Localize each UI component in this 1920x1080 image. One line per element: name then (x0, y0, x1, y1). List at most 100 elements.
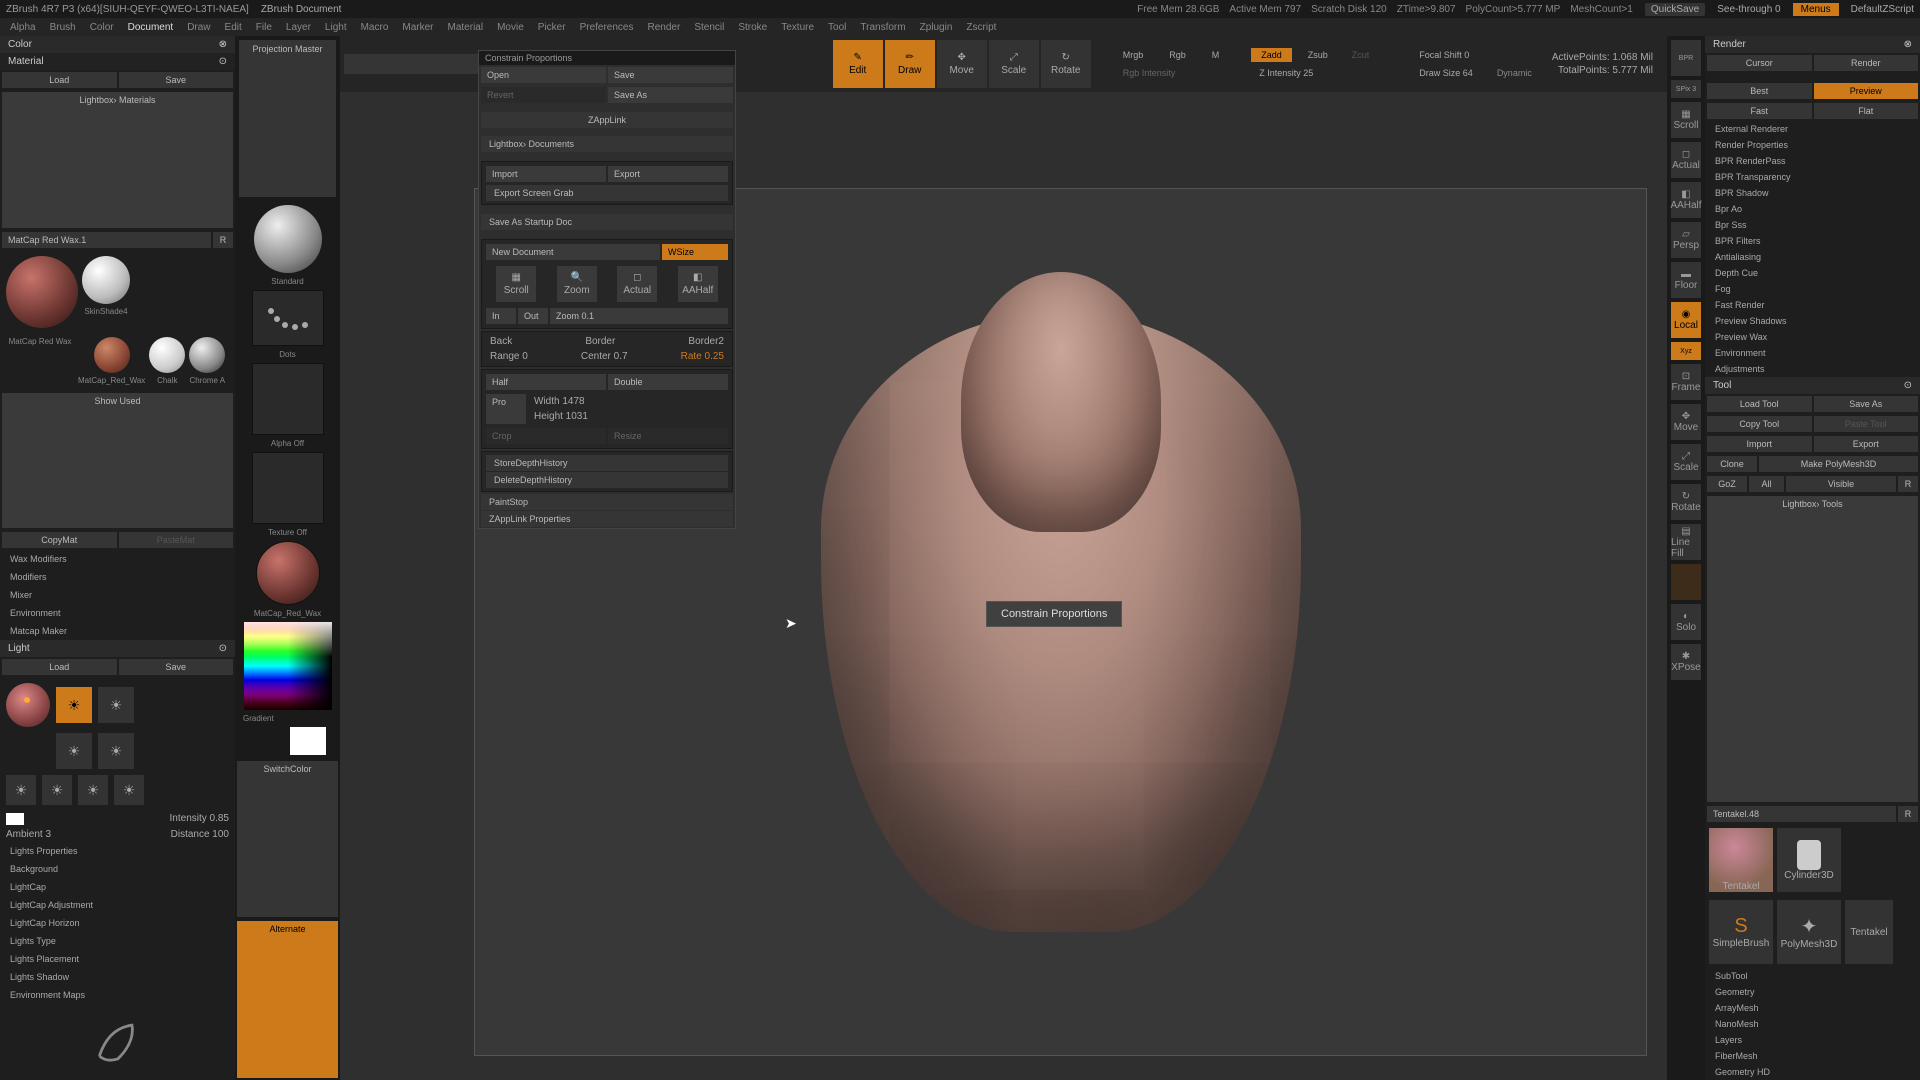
intensity-slider[interactable]: Intensity 0.85 (170, 813, 229, 825)
dynamic-button[interactable]: Dynamic (1489, 66, 1540, 80)
doc-import-button[interactable]: Import (486, 166, 606, 182)
light-4-button[interactable]: ☀ (98, 733, 134, 769)
zoom-in-button[interactable]: In (486, 308, 516, 324)
doc-resize-button[interactable]: Resize (608, 428, 728, 444)
menu-layer[interactable]: Layer (286, 22, 311, 33)
doc-rate-slider[interactable]: Rate 0.25 (681, 351, 724, 362)
doc-border2-color[interactable]: Border2 (688, 336, 724, 347)
delete-depth-history-button[interactable]: DeleteDepthHistory (486, 472, 728, 488)
rgb-intensity-slider[interactable]: Rgb Intensity (1115, 66, 1228, 80)
bpr-ao-section[interactable]: Bpr Ao (1705, 201, 1920, 217)
bpr-renderpass-section[interactable]: BPR RenderPass (1705, 153, 1920, 169)
render-flat-button[interactable]: Flat (1814, 103, 1919, 119)
material-swatch-skinshade4[interactable] (82, 256, 130, 304)
render-section-head[interactable]: Render⊗ (1705, 36, 1920, 53)
lightbox-tools-button[interactable]: Lightbox› Tools (1707, 496, 1918, 802)
ambient-slider[interactable]: Ambient 3 (6, 829, 51, 840)
lightbox-materials-button[interactable]: Lightbox› Materials (2, 92, 233, 228)
zsub-button[interactable]: Zsub (1300, 48, 1336, 62)
subtool-section[interactable]: SubTool (1705, 968, 1920, 984)
switchcolor-button[interactable]: SwitchColor (237, 761, 338, 918)
brush-preview-sphere[interactable] (254, 205, 322, 273)
rotate-mode-button[interactable]: ↻Rotate (1041, 40, 1091, 88)
tool-r-button[interactable]: R (1898, 806, 1918, 822)
menu-alpha[interactable]: Alpha (10, 22, 36, 33)
zoom-out-button[interactable]: Out (518, 308, 548, 324)
draw-size-slider[interactable]: Draw Size 64 (1411, 66, 1481, 80)
pastemat-button[interactable]: PasteMat (119, 532, 234, 548)
tool-section-head[interactable]: Tool⊙ (1705, 377, 1920, 394)
material-r-button[interactable]: R (213, 232, 233, 248)
light-7-button[interactable]: ☀ (78, 775, 108, 805)
stroke-preview[interactable] (252, 290, 324, 346)
lightbox-documents-button[interactable]: Lightbox› Documents (481, 136, 733, 152)
menu-picker[interactable]: Picker (538, 22, 566, 33)
secondary-color-swatch[interactable] (250, 727, 286, 755)
render-button[interactable]: Render (1814, 55, 1919, 71)
menu-draw[interactable]: Draw (187, 22, 210, 33)
menu-material[interactable]: Material (448, 22, 484, 33)
menu-file[interactable]: File (256, 22, 272, 33)
draw-mode-button[interactable]: ✏Draw (885, 40, 935, 88)
paste-tool-button[interactable]: Paste Tool (1814, 416, 1919, 432)
zadd-button[interactable]: Zadd (1251, 48, 1292, 62)
nav-move-button[interactable]: ✥Move (1671, 404, 1701, 440)
bpr-button[interactable]: BPR (1671, 40, 1701, 76)
menu-brush[interactable]: Brush (50, 22, 76, 33)
material-save-button[interactable]: Save (119, 72, 234, 88)
doc-zoom-button[interactable]: 🔍Zoom (557, 266, 597, 302)
nav-solo-button[interactable]: ◐Solo (1671, 604, 1701, 640)
clone-button[interactable]: Clone (1707, 456, 1757, 472)
menu-macro[interactable]: Macro (361, 22, 389, 33)
z-intensity-slider[interactable]: Z Intensity 25 (1251, 66, 1377, 80)
doc-border-color[interactable]: Border (585, 336, 615, 347)
zapplink-button[interactable]: ZAppLink (481, 112, 733, 128)
menu-preferences[interactable]: Preferences (580, 22, 634, 33)
doc-open-button[interactable]: Open (481, 67, 606, 83)
menu-movie[interactable]: Movie (497, 22, 524, 33)
lights-properties-section[interactable]: Lights Properties (0, 842, 235, 860)
doc-double-button[interactable]: Double (608, 374, 728, 390)
depthcue-section[interactable]: Depth Cue (1705, 265, 1920, 281)
matcap-maker-section[interactable]: Matcap Maker (0, 622, 235, 640)
save-startup-doc-button[interactable]: Save As Startup Doc (481, 214, 733, 230)
nav-dynamic-button[interactable] (1671, 564, 1701, 600)
color-picker[interactable] (244, 622, 332, 710)
layers-section[interactable]: Layers (1705, 1032, 1920, 1048)
bpr-filters-section[interactable]: BPR Filters (1705, 233, 1920, 249)
material-swatch-main[interactable] (6, 256, 78, 328)
lightcap-adjustment-section[interactable]: LightCap Adjustment (0, 896, 235, 914)
seethrough-slider[interactable]: See-through 0 (1717, 4, 1780, 15)
doc-crop-button[interactable]: Crop (486, 428, 606, 444)
menu-texture[interactable]: Texture (781, 22, 814, 33)
material-swatch-chalk[interactable] (149, 337, 185, 373)
external-renderer-section[interactable]: External Renderer (1705, 121, 1920, 137)
doc-save-button[interactable]: Save (608, 67, 733, 83)
nav-xpose-button[interactable]: ✱XPose (1671, 644, 1701, 680)
render-environment-section[interactable]: Environment (1705, 345, 1920, 361)
wsize-button[interactable]: WSize (662, 244, 728, 260)
store-depth-history-button[interactable]: StoreDepthHistory (486, 455, 728, 471)
copymat-button[interactable]: CopyMat (2, 532, 117, 548)
cursor-button[interactable]: Cursor (1707, 55, 1812, 71)
preview-shadows-section[interactable]: Preview Shadows (1705, 313, 1920, 329)
lightcap-section[interactable]: LightCap (0, 878, 235, 896)
goz-visible-button[interactable]: Visible (1786, 476, 1896, 492)
material-swatch-2[interactable] (94, 337, 130, 373)
render-preview-button[interactable]: Preview (1814, 83, 1919, 99)
antialiasing-section[interactable]: Antialiasing (1705, 249, 1920, 265)
pin-icon[interactable]: ⊙ (219, 643, 227, 654)
tool-thumb-cylinder3d[interactable]: Cylinder3D (1777, 828, 1841, 892)
environment-section[interactable]: Environment (0, 604, 235, 622)
tool-thumb-tentakel2[interactable]: Tentakel (1845, 900, 1893, 964)
render-best-button[interactable]: Best (1707, 83, 1812, 99)
adjustments-section[interactable]: Adjustments (1705, 361, 1920, 377)
goz-r-button[interactable]: R (1898, 476, 1918, 492)
edit-mode-button[interactable]: ✎Edit (833, 40, 883, 88)
default-zscript[interactable]: DefaultZScript (1851, 4, 1914, 15)
nav-local-button[interactable]: ◉Local (1671, 302, 1701, 338)
doc-width-slider[interactable]: Width 1478 (534, 396, 585, 407)
doc-range-slider[interactable]: Range 0 (490, 351, 528, 362)
geometry-section[interactable]: Geometry (1705, 984, 1920, 1000)
bpr-sss-section[interactable]: Bpr Sss (1705, 217, 1920, 233)
